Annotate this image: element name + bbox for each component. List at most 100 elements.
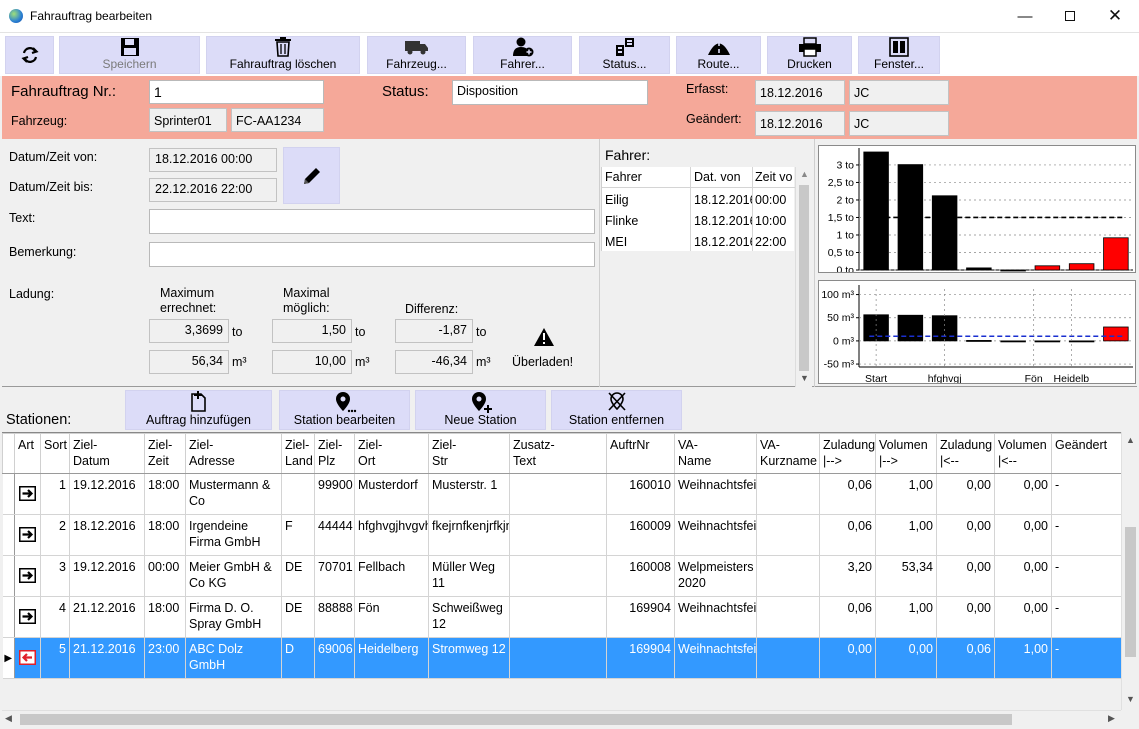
grid-horizontal-scrollbar[interactable]: ◀ ▶ — [2, 710, 1121, 727]
unit-m3: m³ — [476, 355, 491, 369]
cell-adresse: Irgendeine Firma GmbH — [185, 514, 282, 556]
column-header[interactable]: Ziel- Zeit — [144, 433, 186, 474]
unit-to: to — [355, 325, 366, 339]
date-to-field[interactable]: 22.12.2016 22:00 — [149, 178, 277, 202]
driver-row-time: 00:00 — [755, 193, 787, 207]
cell-ort: Heidelberg — [354, 637, 429, 679]
refresh-icon — [20, 47, 39, 63]
row-selector[interactable] — [2, 555, 15, 597]
difference-weight: -1,87 — [395, 319, 473, 343]
print-button[interactable]: Drucken — [767, 36, 852, 74]
document-add-icon — [190, 391, 206, 412]
maximize-icon[interactable] — [1047, 0, 1093, 32]
column-header[interactable]: Zuladung |<-- — [936, 433, 995, 474]
row-selector[interactable] — [2, 473, 15, 515]
grid-vertical-scrollbar[interactable]: ▲ ▼ — [1121, 432, 1138, 710]
driver-section-title: Fahrer: — [605, 147, 651, 163]
close-icon[interactable]: ✕ — [1092, 0, 1138, 32]
save-button-label: Speichern — [102, 57, 157, 71]
table-row[interactable]: 3 19.12.2016 00:00 Meier GmbH & Co KG DE 7070… — [2, 555, 1121, 597]
status-label: Status: — [382, 83, 429, 100]
max-calculated-weight: 3,3699 — [149, 319, 229, 343]
table-row[interactable]: 2 18.12.2016 18:00 Irgendeine Firma GmbH F 44… — [2, 514, 1121, 556]
column-header[interactable]: Volumen |<-- — [994, 433, 1052, 474]
cell-auftrnr: 160008 — [606, 555, 675, 597]
unit-to: to — [232, 325, 243, 339]
chart-y-tick-label: 0 m³ — [833, 335, 855, 347]
cell-va-kurz — [756, 637, 820, 679]
table-row[interactable]: 4 21.12.2016 18:00 Firma D. O. Spray GmbH DE… — [2, 596, 1121, 638]
text-field[interactable] — [149, 209, 595, 234]
order-number-label: Fahrauftrag Nr.: — [11, 83, 117, 100]
remark-field[interactable] — [149, 242, 595, 267]
cell-sort: 3 — [40, 555, 70, 597]
column-header[interactable]: VA- Name — [674, 433, 757, 474]
column-header[interactable]: Sort — [40, 433, 70, 474]
column-header[interactable]: Ziel- Adresse — [185, 433, 282, 474]
row-selector[interactable] — [2, 514, 15, 556]
column-header[interactable]: Ziel- Plz — [314, 433, 355, 474]
row-selector[interactable] — [2, 596, 15, 638]
driver-row-date: 18.12.2016 — [694, 235, 752, 249]
column-header[interactable]: Ziel- Ort — [354, 433, 429, 474]
status-button[interactable]: Status... — [579, 36, 670, 74]
window-button[interactable]: Fenster... — [858, 36, 940, 74]
order-number-field[interactable]: 1 — [149, 80, 324, 104]
driver-col-name[interactable]: Fahrer — [605, 170, 642, 184]
cell-zeit: 18:00 — [144, 514, 186, 556]
cell-zusatz — [509, 637, 607, 679]
driver-row-name[interactable]: MEI — [605, 235, 627, 249]
edit-station-button[interactable]: Station bearbeiten — [279, 390, 410, 430]
chart-y-tick-label: 2,5 to — [828, 177, 854, 189]
new-station-button[interactable]: Neue Station — [415, 390, 546, 430]
station-type-cell — [14, 514, 41, 556]
driver-button[interactable]: Fahrer... — [473, 36, 572, 74]
driver-list-scrollbar[interactable]: ▲ ▼ — [795, 167, 812, 387]
driver-row-name[interactable]: Eilig — [605, 193, 629, 207]
column-header[interactable]: VA- Kurzname — [756, 433, 820, 474]
cell-zul-in: 0,00 — [819, 637, 876, 679]
max-calculated-volume: 56,34 — [149, 350, 229, 374]
status-field[interactable]: Disposition — [452, 80, 648, 105]
cell-plz: 99900 — [314, 473, 355, 515]
vehicle-button[interactable]: Fahrzeug... — [367, 36, 466, 74]
column-header[interactable]: Ziel- Str — [428, 433, 510, 474]
cell-va-kurz — [756, 473, 820, 515]
cell-adresse: ABC Dolz GmbH — [185, 637, 282, 679]
cell-zul-out: 0,00 — [936, 596, 995, 638]
delete-order-button[interactable]: Fahrauftrag löschen — [206, 36, 360, 74]
cell-va-name: Weihnachtsfei — [674, 473, 757, 515]
cell-geaendert: - — [1051, 473, 1121, 515]
column-header[interactable]: AuftrNr — [606, 433, 675, 474]
date-from-field[interactable]: 18.12.2016 00:00 — [149, 148, 277, 172]
remove-station-button[interactable]: Station entfernen — [551, 390, 682, 430]
table-row[interactable]: 1 19.12.2016 18:00 Mustermann & Co 99900 Must… — [2, 473, 1121, 515]
edit-dates-button[interactable] — [283, 147, 340, 204]
driver-col-date[interactable]: Dat. von — [694, 170, 741, 184]
row-selector[interactable]: ▶ — [2, 637, 15, 679]
chart-bar — [1034, 265, 1061, 271]
driver-row-name[interactable]: Flinke — [605, 214, 638, 228]
save-button[interactable]: Speichern — [59, 36, 200, 74]
column-header[interactable]: Art — [14, 433, 41, 474]
column-header[interactable]: Ziel- Land — [281, 433, 315, 474]
driver-col-time[interactable]: Zeit vo — [755, 170, 793, 184]
column-header[interactable]: Volumen |--> — [875, 433, 937, 474]
cell-ort: Fellbach — [354, 555, 429, 597]
chart-y-tick-label: 3 to — [836, 159, 854, 171]
table-row[interactable]: ▶ 5 21.12.2016 23:00 ABC Dolz GmbH D 69006 Heid… — [2, 637, 1121, 679]
chart-x-tick-label: Heidelb — [1054, 373, 1090, 384]
column-header[interactable]: Zuladung |--> — [819, 433, 876, 474]
cell-geaendert: - — [1051, 514, 1121, 556]
column-header[interactable]: Zusatz- Text — [509, 433, 607, 474]
route-button[interactable]: Route... — [676, 36, 761, 74]
minimize-icon[interactable]: — — [1002, 0, 1048, 32]
cell-datum: 21.12.2016 — [69, 637, 145, 679]
column-header[interactable]: Ziel- Datum — [69, 433, 145, 474]
load-label: Ladung: — [9, 287, 55, 301]
add-order-button[interactable]: Auftrag hinzufügen — [125, 390, 272, 430]
refresh-button[interactable] — [5, 36, 54, 74]
driver-list[interactable]: Fahrer Dat. von Zeit vo Eilig 18.12.2016… — [601, 167, 795, 251]
column-header[interactable]: Geändert — [1051, 433, 1121, 474]
cell-datum: 18.12.2016 — [69, 514, 145, 556]
